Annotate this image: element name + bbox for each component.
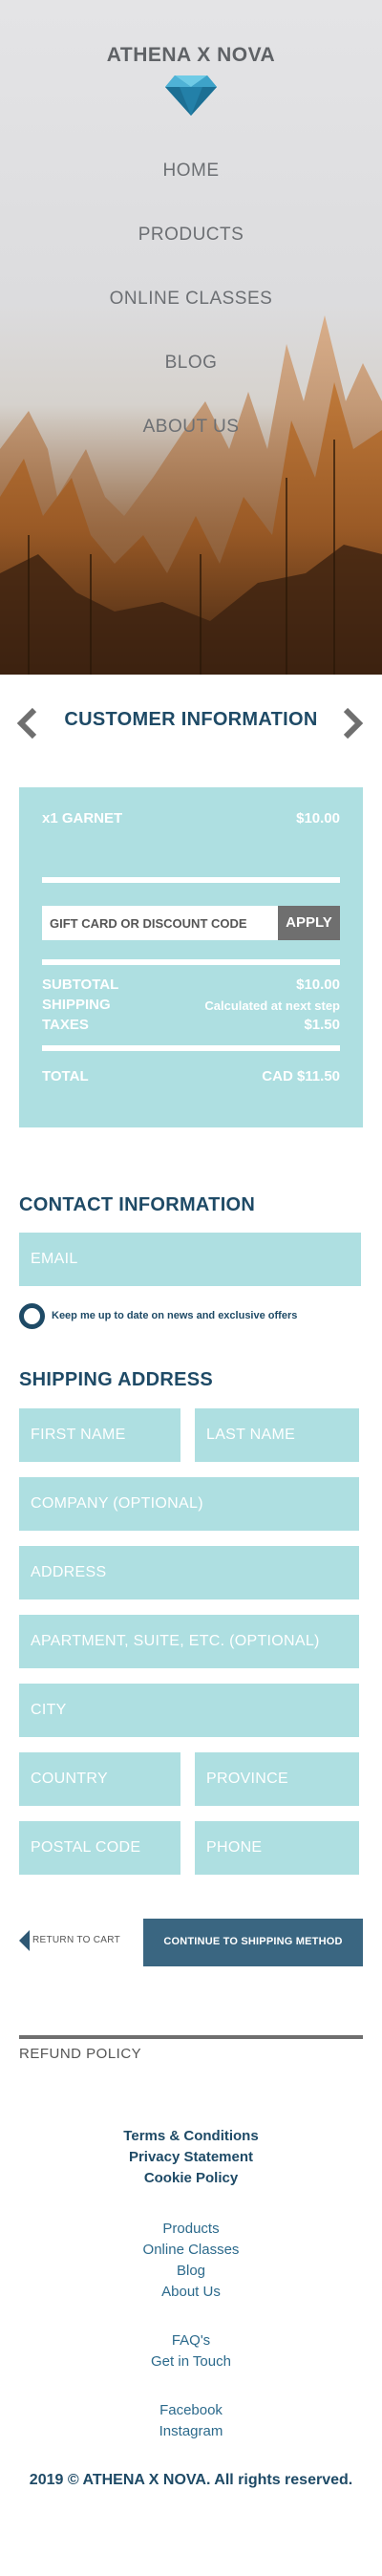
first-name-field[interactable]: FIRST NAME xyxy=(19,1408,180,1462)
contact-title: CONTACT INFORMATION xyxy=(19,1194,256,1215)
divider xyxy=(42,1045,340,1051)
shipping-title: SHIPPING ADDRESS xyxy=(19,1369,213,1390)
caret-left-icon xyxy=(19,1930,30,1951)
footer-link-faq[interactable]: FAQ's xyxy=(0,2332,382,2349)
subtotal-label: SUBTOTAL xyxy=(42,977,119,993)
divider xyxy=(42,877,340,883)
province-select[interactable]: PROVINCE xyxy=(195,1752,359,1806)
footer-link-get-in-touch[interactable]: Get in Touch xyxy=(0,2353,382,2370)
footer-divider xyxy=(19,2035,363,2039)
newsletter-label: Keep me up to date on news and exclusive… xyxy=(52,1310,298,1321)
phone-field[interactable]: PHONE xyxy=(195,1821,359,1875)
privacy-link[interactable]: Privacy Statement xyxy=(0,2149,382,2165)
nav-online-classes[interactable]: ONLINE CLASSES xyxy=(0,289,382,310)
shipping-label: SHIPPING xyxy=(42,997,111,1013)
apply-button[interactable]: APPLY xyxy=(278,906,340,940)
nav-home[interactable]: HOME xyxy=(0,161,382,182)
postal-code-field[interactable]: POSTAL CODE xyxy=(19,1821,180,1875)
city-field[interactable]: CITY xyxy=(19,1684,359,1737)
brand-logo-text[interactable]: ATHENA X NOVA xyxy=(0,44,382,67)
discount-code-input[interactable]: GIFT CARD OR DISCOUNT CODE xyxy=(42,906,278,940)
copyright-text: 2019 © ATHENA X NOVA. All rights reserve… xyxy=(29,2472,353,2488)
footer-link-facebook[interactable]: Facebook xyxy=(0,2402,382,2418)
divider xyxy=(42,959,340,965)
email-field[interactable]: EMAIL xyxy=(19,1233,361,1286)
shipping-value: Calculated at next step xyxy=(204,998,340,1013)
footer-link-blog[interactable]: Blog xyxy=(0,2263,382,2279)
total-label: TOTAL xyxy=(42,1068,89,1084)
item-label: x1 GARNET xyxy=(42,810,123,826)
apartment-field[interactable]: APARTMENT, SUITE, ETC. (OPTIONAL) xyxy=(19,1615,359,1668)
nav-blog[interactable]: BLOG xyxy=(0,353,382,374)
continue-to-shipping-button[interactable]: CONTINUE TO SHIPPING METHOD xyxy=(143,1919,363,1966)
subtotal-value: $10.00 xyxy=(296,977,340,993)
return-label: RETURN TO CART xyxy=(32,1935,120,1945)
item-price: $10.00 xyxy=(296,810,340,826)
terms-link[interactable]: Terms & Conditions xyxy=(0,2128,382,2144)
refund-policy-link[interactable]: REFUND POLICY xyxy=(19,2046,141,2062)
nav-about-us[interactable]: ABOUT US xyxy=(0,417,382,438)
page-title: CUSTOMER INFORMATION xyxy=(64,709,318,730)
taxes-value: $1.50 xyxy=(304,1017,340,1033)
cookie-policy-link[interactable]: Cookie Policy xyxy=(0,2170,382,2186)
footer-link-online-classes[interactable]: Online Classes xyxy=(0,2242,382,2258)
order-summary: x1 GARNET $10.00 GIFT CARD OR DISCOUNT C… xyxy=(19,787,363,1127)
newsletter-checkbox[interactable] xyxy=(19,1303,45,1329)
footer-link-about-us[interactable]: About Us xyxy=(0,2284,382,2300)
address-field[interactable]: ADDRESS xyxy=(19,1546,359,1599)
nav-products[interactable]: PRODUCTS xyxy=(0,225,382,246)
last-name-field[interactable]: LAST NAME xyxy=(195,1408,359,1462)
country-select[interactable]: COUNTRY xyxy=(19,1752,180,1806)
hero-banner: ATHENA X NOVA HOME PRODUCTS ONLINE CLASS… xyxy=(0,0,382,675)
footer-link-products[interactable]: Products xyxy=(0,2221,382,2237)
chevron-right-icon[interactable] xyxy=(342,707,365,740)
total-value: CAD $11.50 xyxy=(262,1068,340,1084)
company-field[interactable]: COMPANY (OPTIONAL) xyxy=(19,1477,359,1531)
footer-link-instagram[interactable]: Instagram xyxy=(0,2423,382,2439)
diamond-logo-icon xyxy=(165,75,217,116)
taxes-label: TAXES xyxy=(42,1017,89,1033)
